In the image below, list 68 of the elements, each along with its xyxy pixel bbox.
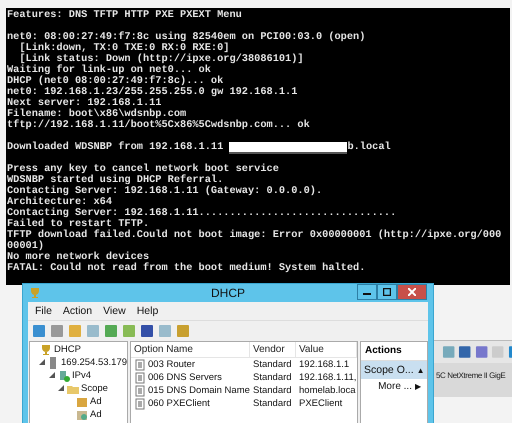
expand-arrow-icon[interactable] bbox=[58, 384, 64, 390]
table-cell-text: Standard bbox=[252, 359, 292, 370]
server-icon bbox=[47, 356, 59, 368]
more-link[interactable]: More ... ▶ bbox=[361, 379, 427, 394]
table-cell-text: Standard bbox=[252, 385, 292, 396]
column-header[interactable]: Option Name bbox=[131, 342, 250, 357]
table-cell: 060 PXEClient bbox=[148, 398, 210, 409]
tree-item[interactable]: 169.254.53.179 bbox=[61, 357, 127, 368]
console-line: net0: 192.168.1.23/255.255.255.0 gw 192.168.1.1 bbox=[7, 87, 298, 98]
table-cell-text: 192.168.1.1 bbox=[298, 359, 350, 370]
console-line: 00001) bbox=[7, 241, 46, 252]
column-header[interactable]: Vendor bbox=[250, 342, 296, 357]
tree-item[interactable]: DHCP bbox=[54, 344, 81, 355]
console-line: Next server: 192.168.1.11 bbox=[7, 98, 162, 109]
table-cell: 015 DNS Domain Name bbox=[148, 385, 250, 396]
maximize-icon bbox=[383, 288, 391, 296]
window-title: DHCP bbox=[210, 286, 245, 300]
close-button[interactable] bbox=[397, 284, 427, 300]
console-line: TFTP download failed.Could not boot image: Error 0x00000001 (http://ipxe.org/000 bbox=[7, 230, 502, 241]
console-line: Filename: boot\x86\wdsnbp.com bbox=[7, 109, 186, 120]
column-header[interactable]: Value bbox=[296, 342, 357, 357]
console-line: Failed to restart TFTP. bbox=[7, 219, 150, 230]
console-line: Contacting Server: 192.168.1.11................................ bbox=[7, 208, 398, 219]
tree-item[interactable]: Ad bbox=[90, 396, 102, 407]
menu-item[interactable]: Action bbox=[62, 305, 92, 317]
console-line: [Link status: Down (http://ipxe.org/38086101)] bbox=[19, 54, 305, 65]
list-icon bbox=[134, 384, 146, 396]
table-cell-text: 192.168.1.11, bbox=[298, 372, 356, 383]
table-cell-text: Standard bbox=[252, 398, 292, 409]
tree-item[interactable]: Ad bbox=[90, 409, 102, 420]
console-line: WDSNBP started using DHCP Referral. bbox=[7, 175, 224, 186]
list-icon bbox=[134, 372, 146, 384]
console-line: b.local bbox=[347, 142, 391, 153]
console-line: net0: 08:00:27:49:f7:8c using 82540em on PCI00:03.0 (open) bbox=[7, 32, 366, 43]
minimize-button[interactable] bbox=[357, 284, 377, 300]
menu-item[interactable]: File bbox=[35, 305, 52, 317]
maximize-button[interactable] bbox=[377, 284, 397, 300]
tree-item[interactable]: Scope bbox=[81, 383, 108, 394]
menu-item[interactable]: View bbox=[103, 305, 126, 317]
list-icon bbox=[134, 398, 146, 410]
console-line: No more network devices bbox=[7, 252, 150, 263]
trophy-icon bbox=[40, 344, 52, 356]
table-cell-text: Standard bbox=[252, 372, 292, 383]
console-line: FATAL: Could not read from the boot medium! System halted. bbox=[7, 263, 366, 274]
list-icon bbox=[134, 358, 146, 370]
menu-item[interactable]: Help bbox=[136, 305, 158, 317]
console-line: tftp://192.168.1.11/boot%5Cx86%5Cwdsnbp.com... ok bbox=[7, 120, 311, 131]
console-line: Architecture: x64 bbox=[7, 197, 114, 208]
table-cell-text: PXEClient bbox=[298, 398, 342, 409]
table-cell: 006 DNS Servers bbox=[148, 372, 222, 383]
tree-item[interactable]: IPv4 bbox=[72, 370, 92, 381]
section-header[interactable]: Scope O... ▲ bbox=[361, 361, 427, 379]
table-cell-text: homelab.loca bbox=[298, 385, 356, 396]
expand-arrow-icon[interactable] bbox=[39, 358, 45, 364]
console-line: Contacting Server: 192.168.1.11 (Gateway: 0.0.0.0). bbox=[7, 186, 324, 197]
expand-arrow-icon[interactable] bbox=[49, 372, 55, 378]
console-line: Features: DNS TFTP HTTP PXE PXEXT Menu bbox=[7, 10, 243, 21]
adapter-name: 5C NetXtreme II GigE bbox=[435, 370, 506, 380]
address-lease-icon bbox=[76, 408, 88, 420]
address-pool-icon bbox=[76, 396, 88, 408]
close-icon bbox=[408, 288, 416, 296]
console-line: [Link:down, TX:0 TXE:0 RX:0 RXE:0] bbox=[18, 43, 230, 54]
console-line: Downloaded WDSNBP from 192.168.1.11 bbox=[7, 142, 224, 153]
trophy-icon bbox=[29, 287, 41, 299]
console-line: Press any key to cancel network boot service bbox=[7, 164, 280, 175]
console-line: DHCP (net0 08:00:27:49:f7:8c)... ok bbox=[7, 76, 224, 87]
table-cell: 003 Router bbox=[148, 359, 196, 370]
console-line: Waiting for link-up on net0... ok bbox=[7, 65, 211, 76]
